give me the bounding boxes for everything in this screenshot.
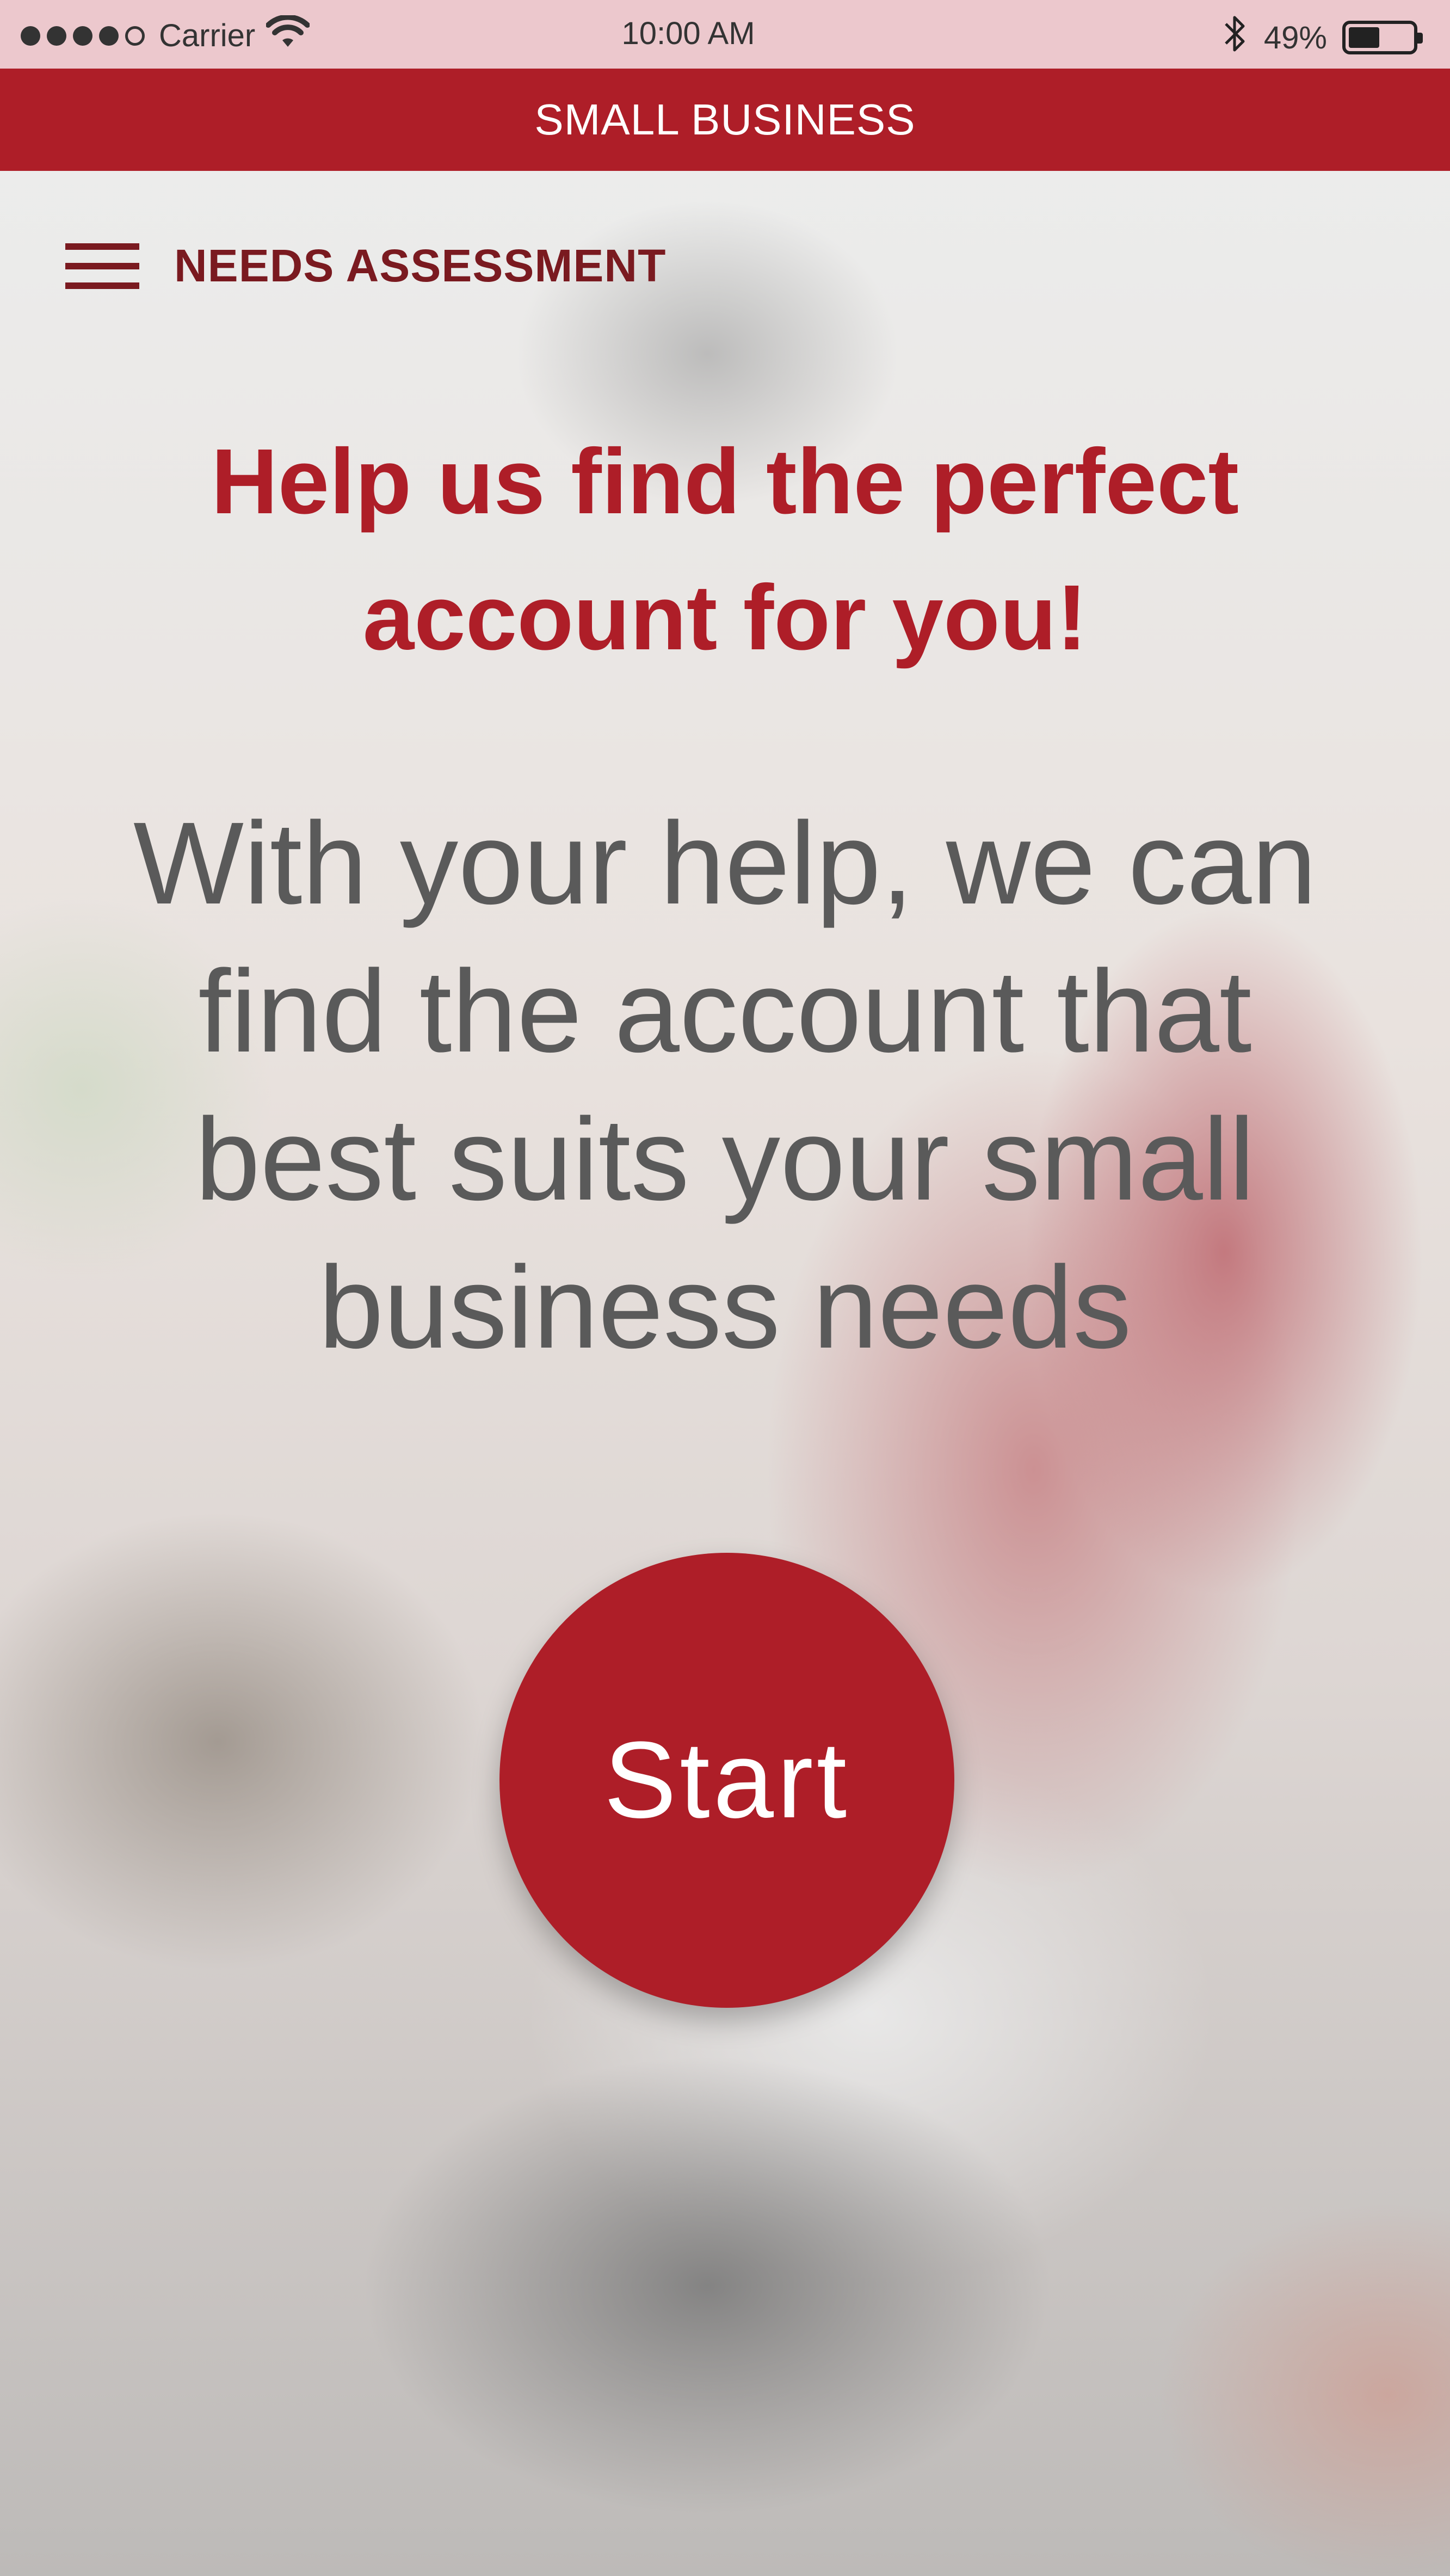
sub-navigation: NEEDS ASSESSMENT bbox=[65, 239, 666, 292]
battery-icon bbox=[1342, 21, 1423, 54]
start-button[interactable]: Start bbox=[499, 1553, 954, 2008]
page-headline: Help us find the perfect account for you… bbox=[211, 430, 1239, 669]
status-right-group: 49% bbox=[1221, 12, 1423, 63]
battery-fill bbox=[1349, 27, 1379, 48]
status-time: 10:00 AM bbox=[621, 16, 755, 51]
battery-percent: 49% bbox=[1263, 20, 1327, 56]
status-bar: Carrier 10:00 AM 49% bbox=[0, 0, 1450, 69]
hamburger-menu-icon[interactable] bbox=[65, 240, 139, 292]
app-screen: Carrier 10:00 AM 49% SMALL BUSINESS NEED… bbox=[0, 0, 1450, 2576]
battery-nub bbox=[1417, 33, 1423, 44]
bluetooth-icon bbox=[1221, 12, 1249, 63]
page-description: With your help, we can find the account … bbox=[133, 797, 1317, 1373]
section-title: NEEDS ASSESSMENT bbox=[174, 240, 667, 291]
app-header: SMALL BUSINESS bbox=[0, 69, 1450, 171]
